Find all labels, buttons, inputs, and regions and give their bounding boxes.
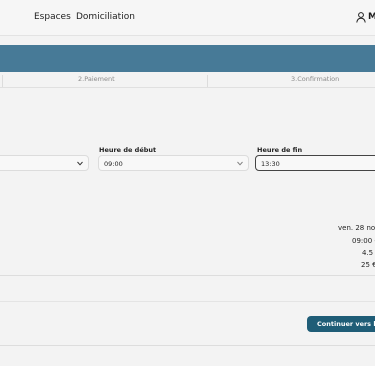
booking-time-range: 09:00 - [352, 237, 375, 245]
chevron-down-icon [77, 161, 83, 166]
step-divider [2, 75, 3, 87]
nav-link-domiciliation[interactable]: Domiciliation [76, 12, 135, 22]
top-navigation-bar: Espaces Domiciliation M [0, 0, 375, 36]
nav-link-espaces[interactable]: Espaces [34, 12, 71, 22]
chevron-down-icon [237, 161, 243, 166]
step-payment: 2.Paiement [78, 75, 115, 83]
divider [0, 345, 375, 346]
user-account-label[interactable]: M [368, 12, 375, 22]
divider [0, 301, 375, 302]
booking-price: 25 € [361, 261, 375, 269]
date-select[interactable] [0, 155, 89, 171]
end-time-select[interactable]: 13:30 [255, 155, 375, 171]
booking-date: ven. 28 nov [338, 224, 375, 232]
continue-to-payment-button[interactable]: Continuer vers le pa [307, 316, 375, 332]
user-icon[interactable] [356, 12, 366, 23]
start-time-value: 09:00 [104, 160, 123, 168]
checkout-steps: 2.Paiement 3.Confirmation [0, 72, 375, 88]
page-banner [0, 45, 375, 72]
booking-duration: 4.5 h [362, 249, 375, 257]
start-time-label: Heure de début [99, 146, 157, 154]
divider [0, 275, 375, 276]
start-time-select[interactable]: 09:00 [98, 155, 249, 171]
end-time-value: 13:30 [261, 160, 280, 168]
step-confirmation: 3.Confirmation [291, 75, 340, 83]
step-divider [207, 75, 208, 87]
end-time-label: Heure de fin [257, 146, 303, 154]
